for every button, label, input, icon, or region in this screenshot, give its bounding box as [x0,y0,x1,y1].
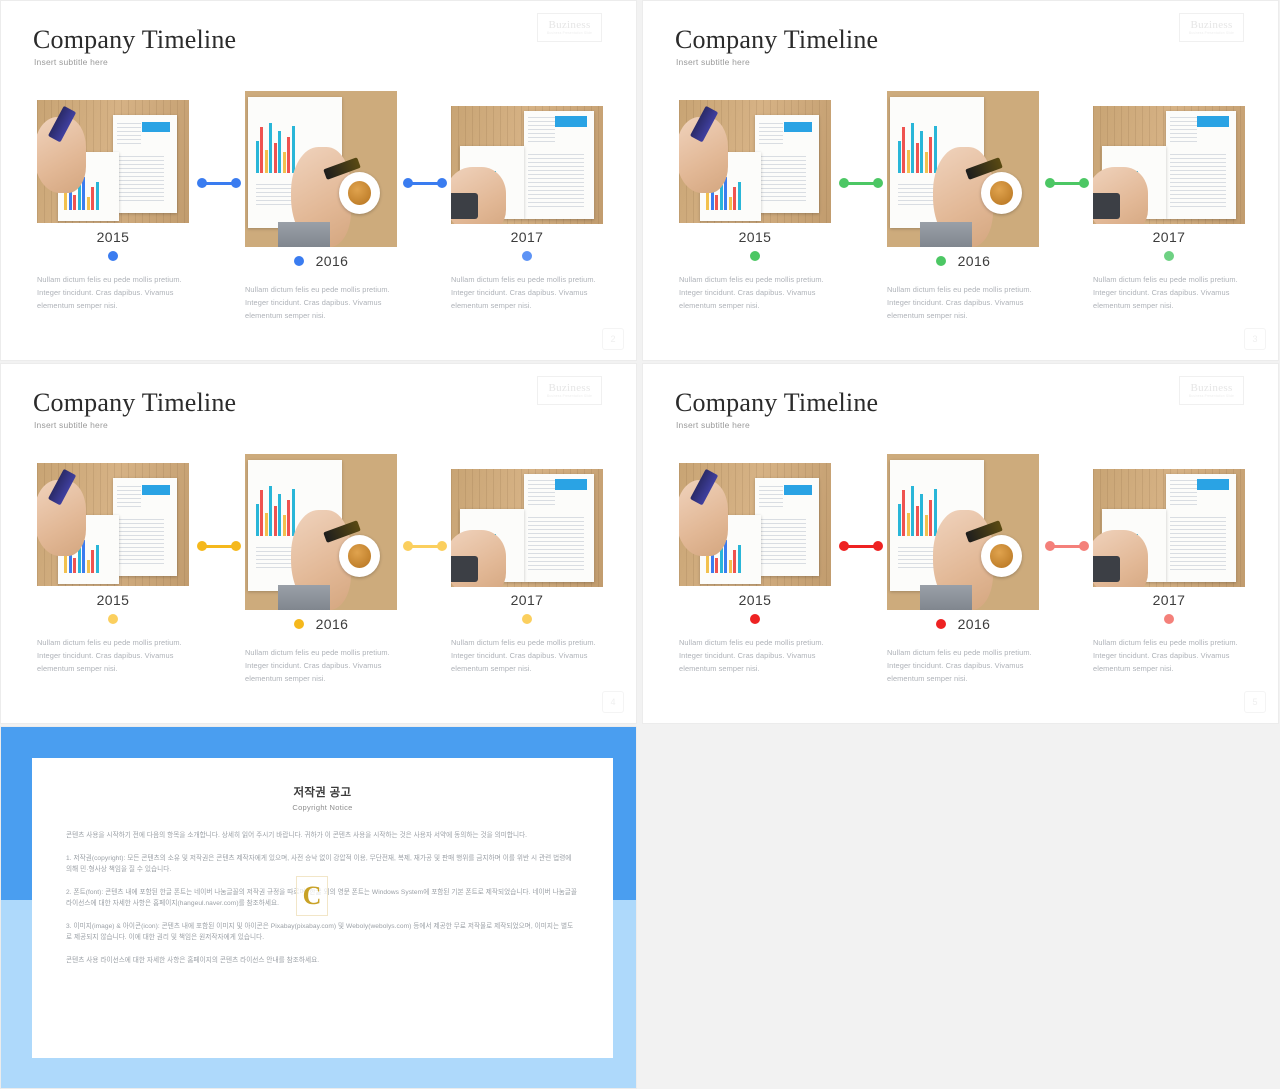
milestone-year-2015: 2015 [738,592,772,608]
copyright-title: 저작권 공고 [293,787,352,799]
timeline-connector-2 [403,541,447,551]
milestone-year-2015: 2015 [96,229,130,245]
timeline-photo-2015 [37,463,189,586]
timeline-connector-1 [197,178,241,188]
slide-title: Company Timeline [675,25,879,54]
slide-title: Company Timeline [675,388,879,417]
copyright-footer: 콘텐츠 사용 라이선스에 대한 자세한 사항은 홈페이지의 콘텐츠 라이선스 안… [66,956,320,964]
slide-page-number: 5 [1244,691,1266,713]
timeline-connector-2 [1045,178,1089,188]
milestone-year-2017: 2017 [1152,592,1186,608]
milestone-text-2015: Nullam dictum felis eu pede mollis preti… [679,638,824,673]
timeline-photo-2015 [37,100,189,223]
timeline-connector-2 [1045,541,1089,551]
milestone-dot-2017 [522,614,532,624]
milestone-year-2017: 2017 [510,229,544,245]
timeline-photo-2016 [887,91,1039,247]
slide-page-number: 3 [1244,328,1266,350]
brand-logo: Buziness Business Presentation Slide [1179,376,1244,405]
brand-logo: Buziness Business Presentation Slide [537,376,602,405]
milestone-year-2016: 2016 [315,616,349,632]
timeline-connector-1 [197,541,241,551]
copyright-item-3: 3. 이미지(image) & 아이콘(icon): 콘텐츠 내에 포함된 이미… [66,922,574,942]
timeline-photo-2017 [451,469,603,587]
timeline-photo-2017 [1093,106,1245,224]
timeline-photo-2015 [679,463,831,586]
timeline-connector-1 [839,541,883,551]
milestone-dot-2017 [1164,251,1174,261]
copyright-item-1: 1. 저작권(copyright): 모든 콘텐츠의 소유 및 저작권은 콘텐츠… [66,854,572,874]
milestone-label-2016: 2016 [887,616,1039,632]
slide-thumbnail-grid: Company Timeline Insert subtitle here Bu… [0,0,1280,1089]
milestone-year-2015: 2015 [96,592,130,608]
milestone-year-2016: 2016 [957,253,991,269]
milestone-text-2015: Nullam dictum felis eu pede mollis preti… [37,275,182,310]
brand-logo: Buziness Business Presentation Slide [1179,13,1244,42]
timeline-connector-1 [839,178,883,188]
milestone-text-2015: Nullam dictum felis eu pede mollis preti… [37,638,182,673]
milestone-year-2017: 2017 [510,592,544,608]
timeline-photo-2017 [451,106,603,224]
brand-logo-name: Buziness [1190,18,1233,31]
milestone-dot-2015 [750,614,760,624]
milestone-dot-2017 [522,251,532,261]
copyright-watermark-icon: C [296,876,328,916]
copyright-intro: 콘텐츠 사용을 시작하기 전에 다음의 항목을 소개합니다. 상세히 읽어 주시… [66,832,528,839]
brand-logo: Buziness Business Presentation Slide [537,13,602,42]
milestone-text-2017: Nullam dictum felis eu pede mollis preti… [1093,638,1238,673]
slide-subtitle: Insert subtitle here [34,420,108,430]
slide-page-number: 2 [602,328,624,350]
milestone-text-2017: Nullam dictum felis eu pede mollis preti… [451,275,596,310]
milestone-text-2017: Nullam dictum felis eu pede mollis preti… [451,638,596,673]
milestone-dot-2016 [935,256,946,266]
slide-subtitle: Insert subtitle here [34,57,108,67]
slide-page-number: 4 [602,691,624,713]
milestone-label-2016: 2016 [245,253,397,269]
brand-logo-name: Buziness [548,381,591,394]
timeline-photo-2015 [679,100,831,223]
milestone-year-2016: 2016 [957,616,991,632]
milestone-year-2015: 2015 [738,229,772,245]
slide-subtitle: Insert subtitle here [676,420,750,430]
milestone-dot-2017 [1164,614,1174,624]
milestone-text-2016: Nullam dictum felis eu pede mollis preti… [887,648,1032,683]
slide-subtitle: Insert subtitle here [676,57,750,67]
timeline-photo-2017 [1093,469,1245,587]
milestone-dot-2015 [108,614,118,624]
slide-thumbnail-3[interactable]: Company Timeline Insert subtitle here Bu… [642,0,1279,361]
milestone-text-2015: Nullam dictum felis eu pede mollis preti… [679,275,824,310]
milestone-dot-2016 [293,256,304,266]
milestone-label-2016: 2016 [887,253,1039,269]
slide-thumbnail-4[interactable]: Company Timeline Insert subtitle here Bu… [0,363,637,724]
milestone-dot-2016 [293,619,304,629]
milestone-text-2016: Nullam dictum felis eu pede mollis preti… [245,285,390,320]
milestone-text-2017: Nullam dictum felis eu pede mollis preti… [1093,275,1238,310]
milestone-dot-2015 [750,251,760,261]
copyright-subtitle: Copyright Notice [292,803,353,812]
milestone-year-2017: 2017 [1152,229,1186,245]
slide-title: Company Timeline [33,25,237,54]
slide-title: Company Timeline [33,388,237,417]
timeline-photo-2016 [245,91,397,247]
brand-logo-tagline: Business Presentation Slide [1188,393,1235,398]
brand-logo-tagline: Business Presentation Slide [546,30,593,35]
milestone-dot-2015 [108,251,118,261]
slide-thumbnail-2[interactable]: Company Timeline Insert subtitle here Bu… [0,0,637,361]
brand-logo-name: Buziness [548,18,591,31]
milestone-text-2016: Nullam dictum felis eu pede mollis preti… [887,285,1032,320]
slide-thumbnail-5[interactable]: Company Timeline Insert subtitle here Bu… [642,363,1279,724]
milestone-text-2016: Nullam dictum felis eu pede mollis preti… [245,648,390,683]
timeline-photo-2016 [245,454,397,610]
milestone-dot-2016 [935,619,946,629]
timeline-connector-2 [403,178,447,188]
brand-logo-tagline: Business Presentation Slide [1188,30,1235,35]
milestone-year-2016: 2016 [315,253,349,269]
timeline-photo-2016 [887,454,1039,610]
brand-logo-tagline: Business Presentation Slide [546,393,593,398]
milestone-label-2016: 2016 [245,616,397,632]
brand-logo-name: Buziness [1190,381,1233,394]
